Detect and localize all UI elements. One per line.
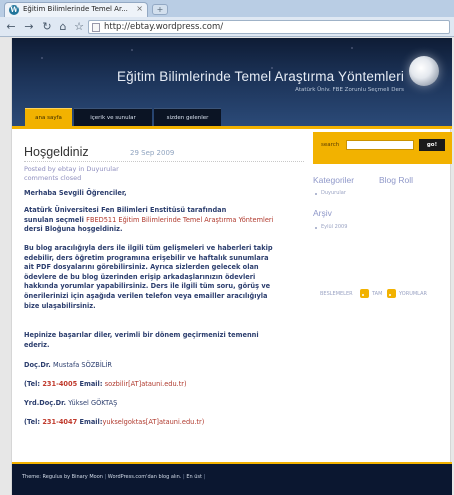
footer-top-link[interactable]: En üst [186, 474, 202, 480]
footer-links: Theme: Regulus by Binary Moon | WordPres… [22, 474, 205, 480]
blogroll-heading: Blog Roll [379, 175, 414, 185]
rss-feed-icon[interactable] [360, 289, 369, 298]
feed-comments-link[interactable]: YORUMLAR [399, 291, 427, 297]
feed-all-link[interactable]: TAM [372, 291, 382, 297]
title-divider [24, 161, 304, 162]
categories-heading: Kategoriler [313, 175, 355, 185]
contact-1-tel: 231-4005 [42, 380, 78, 388]
paragraph-line: ederiz. [24, 340, 50, 349]
post-intro: Atatürk Üniversitesi Fen Bilimleri Ensti… [24, 206, 312, 235]
contact-1-email-label: Email: [79, 380, 103, 388]
footer-wordpress-link[interactable]: WordPress.com'dan blog alın. [108, 474, 182, 480]
nav-item-submissions[interactable]: sizden gelenler [154, 108, 221, 126]
paragraph-line: bize ulaşabilirsiniz. [24, 301, 96, 310]
page-viewport: Eğitim Bilimlerinde Temel Araştırma Yönt… [0, 38, 454, 495]
page-icon [92, 23, 100, 32]
paragraph-line: ödevlere de bu blog üzerinden erişip ark… [24, 272, 256, 281]
contact-2-person: Yüksel GÖKTAŞ [68, 399, 118, 407]
archive-link-eylul-2009[interactable]: Eylül 2009 [321, 224, 347, 230]
blog-footer: Theme: Regulus by Binary Moon | WordPres… [12, 462, 452, 495]
post-greeting: Merhaba Sevgili Öğrenciler, [24, 189, 127, 197]
paragraph-line: Hepinize başarılar diler, verimli bir dö… [24, 331, 259, 339]
rss-comments-icon[interactable] [387, 289, 396, 298]
back-arrow-icon[interactable]: ← [4, 20, 18, 34]
reload-icon[interactable]: ↻ [40, 20, 54, 34]
wordpress-favicon-icon: W [9, 5, 19, 15]
contact-1-person: Mustafa SÖZBİLİR [53, 361, 112, 369]
post-intro-line1: Atatürk Üniversitesi Fen Bilimleri Ensti… [24, 206, 227, 214]
footer-theme-link[interactable]: Theme: Regulus by Binary Moon [22, 474, 103, 480]
contact-1-tel-label: (Tel: [24, 380, 41, 388]
blog-page: Eğitim Bilimlerinde Temel Araştırma Yönt… [11, 38, 452, 495]
search-input[interactable] [346, 140, 414, 150]
bullet-icon [315, 227, 317, 229]
search-label: search [321, 142, 340, 148]
paragraph-line: ait PDF dosyalarını görebilirsiniz. Ayrı… [24, 263, 259, 272]
address-bar[interactable]: http://ebtay.wordpress.com/ [88, 20, 450, 34]
search-go-button[interactable]: go! [419, 139, 445, 151]
paragraph-line: Bu blog aracılığıyla ders ile ilgili tüm… [24, 244, 273, 252]
address-url[interactable]: http://ebtay.wordpress.com/ [104, 22, 223, 32]
paragraph-line: edebilir, ders öğretim programına erişeb… [24, 253, 269, 262]
nav-item-home[interactable]: ana sayfa [25, 108, 72, 126]
site-description: Atatürk Üniv. FBE Zorunlu Seçmeli Ders [295, 87, 404, 93]
moon-icon [409, 56, 439, 86]
browser-toolbar: ← → ↻ ⌂ ☆ http://ebtay.wordpress.com/ [0, 17, 454, 37]
contact-1-email[interactable]: sozbilir[AT]atauni.edu.tr) [105, 380, 187, 388]
footer-accent-line [12, 462, 452, 464]
close-tab-icon[interactable]: × [136, 4, 143, 13]
tab-title: Eğitim Bilimlerinde Temel Ar... [23, 5, 128, 13]
contact-2-title: Yrd.Doç.Dr. [24, 399, 66, 407]
contact-2-email[interactable]: yukselgoktas[AT]atauni.edu.tr) [102, 418, 204, 426]
home-icon[interactable]: ⌂ [56, 20, 70, 34]
course-link[interactable]: FBED511 Eğitim Bilimlerinde Temel Araştı… [86, 216, 273, 224]
contact-2-name: Yrd.Doç.Dr. Yüksel GÖKTAŞ [24, 399, 312, 409]
post-title[interactable]: Hoşgeldiniz [24, 145, 89, 159]
footer-separator: | [203, 474, 206, 480]
site-title[interactable]: Eğitim Bilimlerinde Temel Araştırma Yönt… [12, 69, 404, 84]
category-link-duyurular[interactable]: Duyurular [321, 190, 346, 196]
bookmark-star-icon[interactable]: ☆ [72, 20, 86, 34]
forward-arrow-icon[interactable]: → [22, 20, 36, 34]
nav-item-content[interactable]: içerik ve sunular [74, 108, 152, 126]
post-date: 29 Sep 2009 [130, 149, 175, 157]
contact-2-email-label: Email: [79, 418, 103, 426]
blog-header: Eğitim Bilimlerinde Temel Araştırma Yönt… [12, 38, 452, 126]
contact-1-info: (Tel: 231-4005 Email: sozbilir[AT]atauni… [24, 380, 312, 390]
search-widget: search go! [313, 132, 452, 164]
contact-1-name: Doç.Dr. Mustafa SÖZBİLİR [24, 361, 312, 371]
new-tab-button[interactable]: + [152, 4, 168, 15]
post-comments-meta: comments closed [24, 174, 82, 182]
browser-window: W Eğitim Bilimlerinde Temel Ar... × + ← … [0, 0, 454, 495]
browser-tab[interactable]: W Eğitim Bilimlerinde Temel Ar... × [4, 2, 148, 17]
bullet-icon [315, 193, 317, 195]
paragraph-line: hakkında yorumlar yapabilirsiniz. Ders i… [24, 282, 271, 291]
post-author-meta[interactable]: Posted by ebtay in Duyurular [24, 165, 119, 173]
post-paragraph-2: Bu blog aracılığıyla ders ile ilgili tüm… [24, 244, 312, 311]
post-intro-line3: dersi Bloğuna hoşgeldiniz. [24, 225, 123, 234]
feeds-label: BESLEMELER [320, 291, 353, 297]
header-accent-line [12, 126, 452, 129]
contact-2-info: (Tel: 231-4047 Email:yukselgoktas[AT]ata… [24, 418, 312, 428]
contact-1-title: Doç.Dr. [24, 361, 51, 369]
paragraph-line: önerilerinizi için aşağıda verilen telef… [24, 291, 268, 300]
archive-heading: Arşiv [313, 208, 332, 218]
contact-2-tel-label: (Tel: [24, 418, 41, 426]
post-paragraph-3: Hepinize başarılar diler, verimli bir dö… [24, 331, 312, 350]
contact-2-tel: 231-4047 [42, 418, 78, 426]
post-intro-prefix: sunulan seçmeli [24, 215, 87, 224]
tab-strip: W Eğitim Bilimlerinde Temel Ar... × + [0, 0, 454, 17]
post-intro-line2: sunulan seçmeli FBED511 Eğitim Bilimleri… [24, 216, 312, 226]
